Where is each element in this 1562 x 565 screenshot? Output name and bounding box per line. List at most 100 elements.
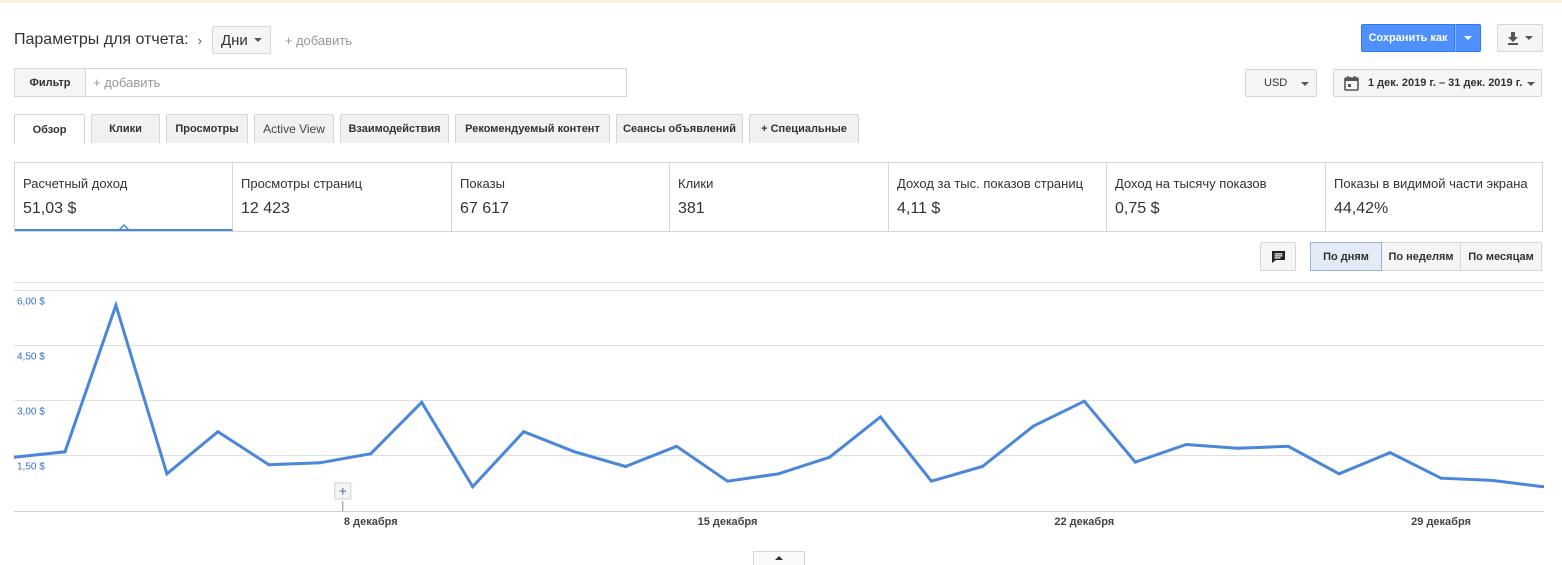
data-point [1490,478,1494,482]
tab-views[interactable]: Просмотры [166,114,248,143]
data-point [1031,424,1035,428]
data-point [1388,451,1392,455]
metric-name: Показы в видимой части экрана [1334,176,1528,191]
data-point [573,450,577,454]
filter-bar: Фильтр + добавить [14,68,627,97]
date-range-picker[interactable]: 1 дек. 2019 г. – 31 дек. 2019 г. [1333,69,1542,97]
tab-active-view[interactable]: Active View [254,114,334,143]
chevron-down-icon [1527,82,1535,86]
data-point [216,430,220,434]
metric-value: 67 617 [460,200,509,217]
y-tick-label: 6,00 $ [17,297,45,308]
metric-name: Доход за тыс. показов страниц [897,176,1084,191]
annotation-marker-plus: + [339,484,347,499]
data-point [777,472,780,476]
filter-label[interactable]: Фильтр [15,69,86,96]
data-point [1337,472,1341,476]
data-point [1184,443,1188,446]
data-point [1286,444,1290,448]
chevron-down-icon [1464,36,1472,40]
chevron-down-icon [253,38,262,42]
download-button[interactable] [1497,24,1543,52]
data-point [63,450,67,454]
data-point [980,465,984,468]
data-point [471,485,475,489]
data-point [624,465,628,468]
expand-table-toggle[interactable] [753,551,805,565]
metric-value: 0,75 $ [1115,200,1160,217]
save-as-dropdown-button[interactable] [1455,24,1481,52]
top-accent-line [0,0,1562,3]
data-point [165,472,169,476]
revenue-line-chart[interactable]: 1,50 $ 3,00 $ 4,50 $ 6,00 $ 8 декабря 15 дека… [14,280,1544,532]
metric-tile-impression-rpm[interactable]: Доход на тысячу показов 0,75 $ [1107,163,1326,231]
metric-name: Доход на тысячу показов [1115,176,1267,191]
metric-value: 4,11 $ [897,200,941,217]
dimension-value: Дни [220,31,248,49]
y-tick-label: 1,50 $ [17,462,45,473]
data-point [675,444,679,448]
chevron-down-icon [1301,82,1309,86]
x-tick-label: 29 декабря [1411,516,1471,528]
filter-add-input[interactable]: + добавить [86,69,160,96]
report-params: Параметры для отчета: › Дни + добавить [14,26,352,54]
tab-overview[interactable]: Обзор [14,114,85,144]
metric-tile-clicks[interactable]: Клики 381 [670,163,889,231]
y-tick-label: 3,00 $ [17,407,45,418]
chevron-up-icon [775,556,783,560]
granularity-toggle: По дням По неделям По месяцам [1310,242,1542,271]
metric-value: 44,42% [1334,200,1389,217]
metric-name: Клики [678,176,714,191]
data-point [420,400,424,404]
metric-tiles: Расчетный доход 51,03 $ Просмотры страни… [14,162,1543,232]
metric-tile-viewability[interactable]: Показы в видимой части экрана 44,42% [1326,163,1542,231]
save-as-button-group: Сохранить как [1361,24,1481,52]
tab-recommended-content[interactable]: Рекомендуемый контент [455,114,610,143]
data-point [827,455,831,459]
tab-clicks[interactable]: Клики [91,114,160,143]
data-point [267,463,271,467]
granularity-month-button[interactable]: По месяцам [1460,242,1542,271]
data-point [114,303,118,307]
metric-tile-revenue[interactable]: Расчетный доход 51,03 $ [15,163,233,231]
date-range-text: 1 дек. 2019 г. – 31 дек. 2019 г. [1368,77,1523,89]
dimension-dropdown[interactable]: Дни [211,26,271,54]
report-params-title: Параметры для отчета: [14,31,189,48]
metric-tile-page-rpm[interactable]: Доход за тыс. показов страниц 4,11 $ [889,163,1107,231]
tab-custom[interactable]: + Специальные [749,114,859,143]
metric-name: Просмотры страниц [241,176,363,191]
selected-notch-icon [118,224,130,229]
revenue-series-line [14,300,1544,490]
data-point [878,415,882,419]
data-point [369,452,373,456]
tab-interactions[interactable]: Взаимодействия [340,114,449,143]
metric-tile-impressions[interactable]: Показы 67 617 [452,163,670,231]
comment-icon [1271,250,1285,263]
data-point [726,479,730,483]
x-tick-label: 22 декабря [1054,516,1114,528]
metric-value: 381 [678,200,705,217]
download-icon [1508,31,1518,45]
save-as-button[interactable]: Сохранить как [1361,24,1455,52]
metric-name: Расчетный доход [23,176,128,191]
add-dimension-link[interactable]: + добавить [285,33,352,48]
metric-value: 12 423 [241,200,290,217]
x-tick-label: 8 декабря [344,516,398,528]
tab-ad-sessions[interactable]: Сеансы объявлений [616,114,743,143]
annotations-button[interactable] [1260,242,1296,271]
metric-tile-pageviews[interactable]: Просмотры страниц 12 423 [233,163,452,231]
y-tick-label: 4,50 $ [17,352,45,363]
data-point [1133,460,1137,464]
data-point [522,430,526,434]
currency-dropdown[interactable]: USD [1245,69,1317,97]
granularity-day-button[interactable]: По дням [1310,242,1382,271]
currency-value: USD [1264,77,1288,89]
data-point [1082,399,1086,403]
data-point [1439,476,1443,480]
data-point [318,461,322,465]
granularity-week-button[interactable]: По неделям [1381,242,1461,271]
x-tick-label: 15 декабря [698,516,758,528]
metric-name: Показы [460,176,505,191]
data-point [929,479,933,483]
metric-value: 51,03 $ [23,200,77,217]
